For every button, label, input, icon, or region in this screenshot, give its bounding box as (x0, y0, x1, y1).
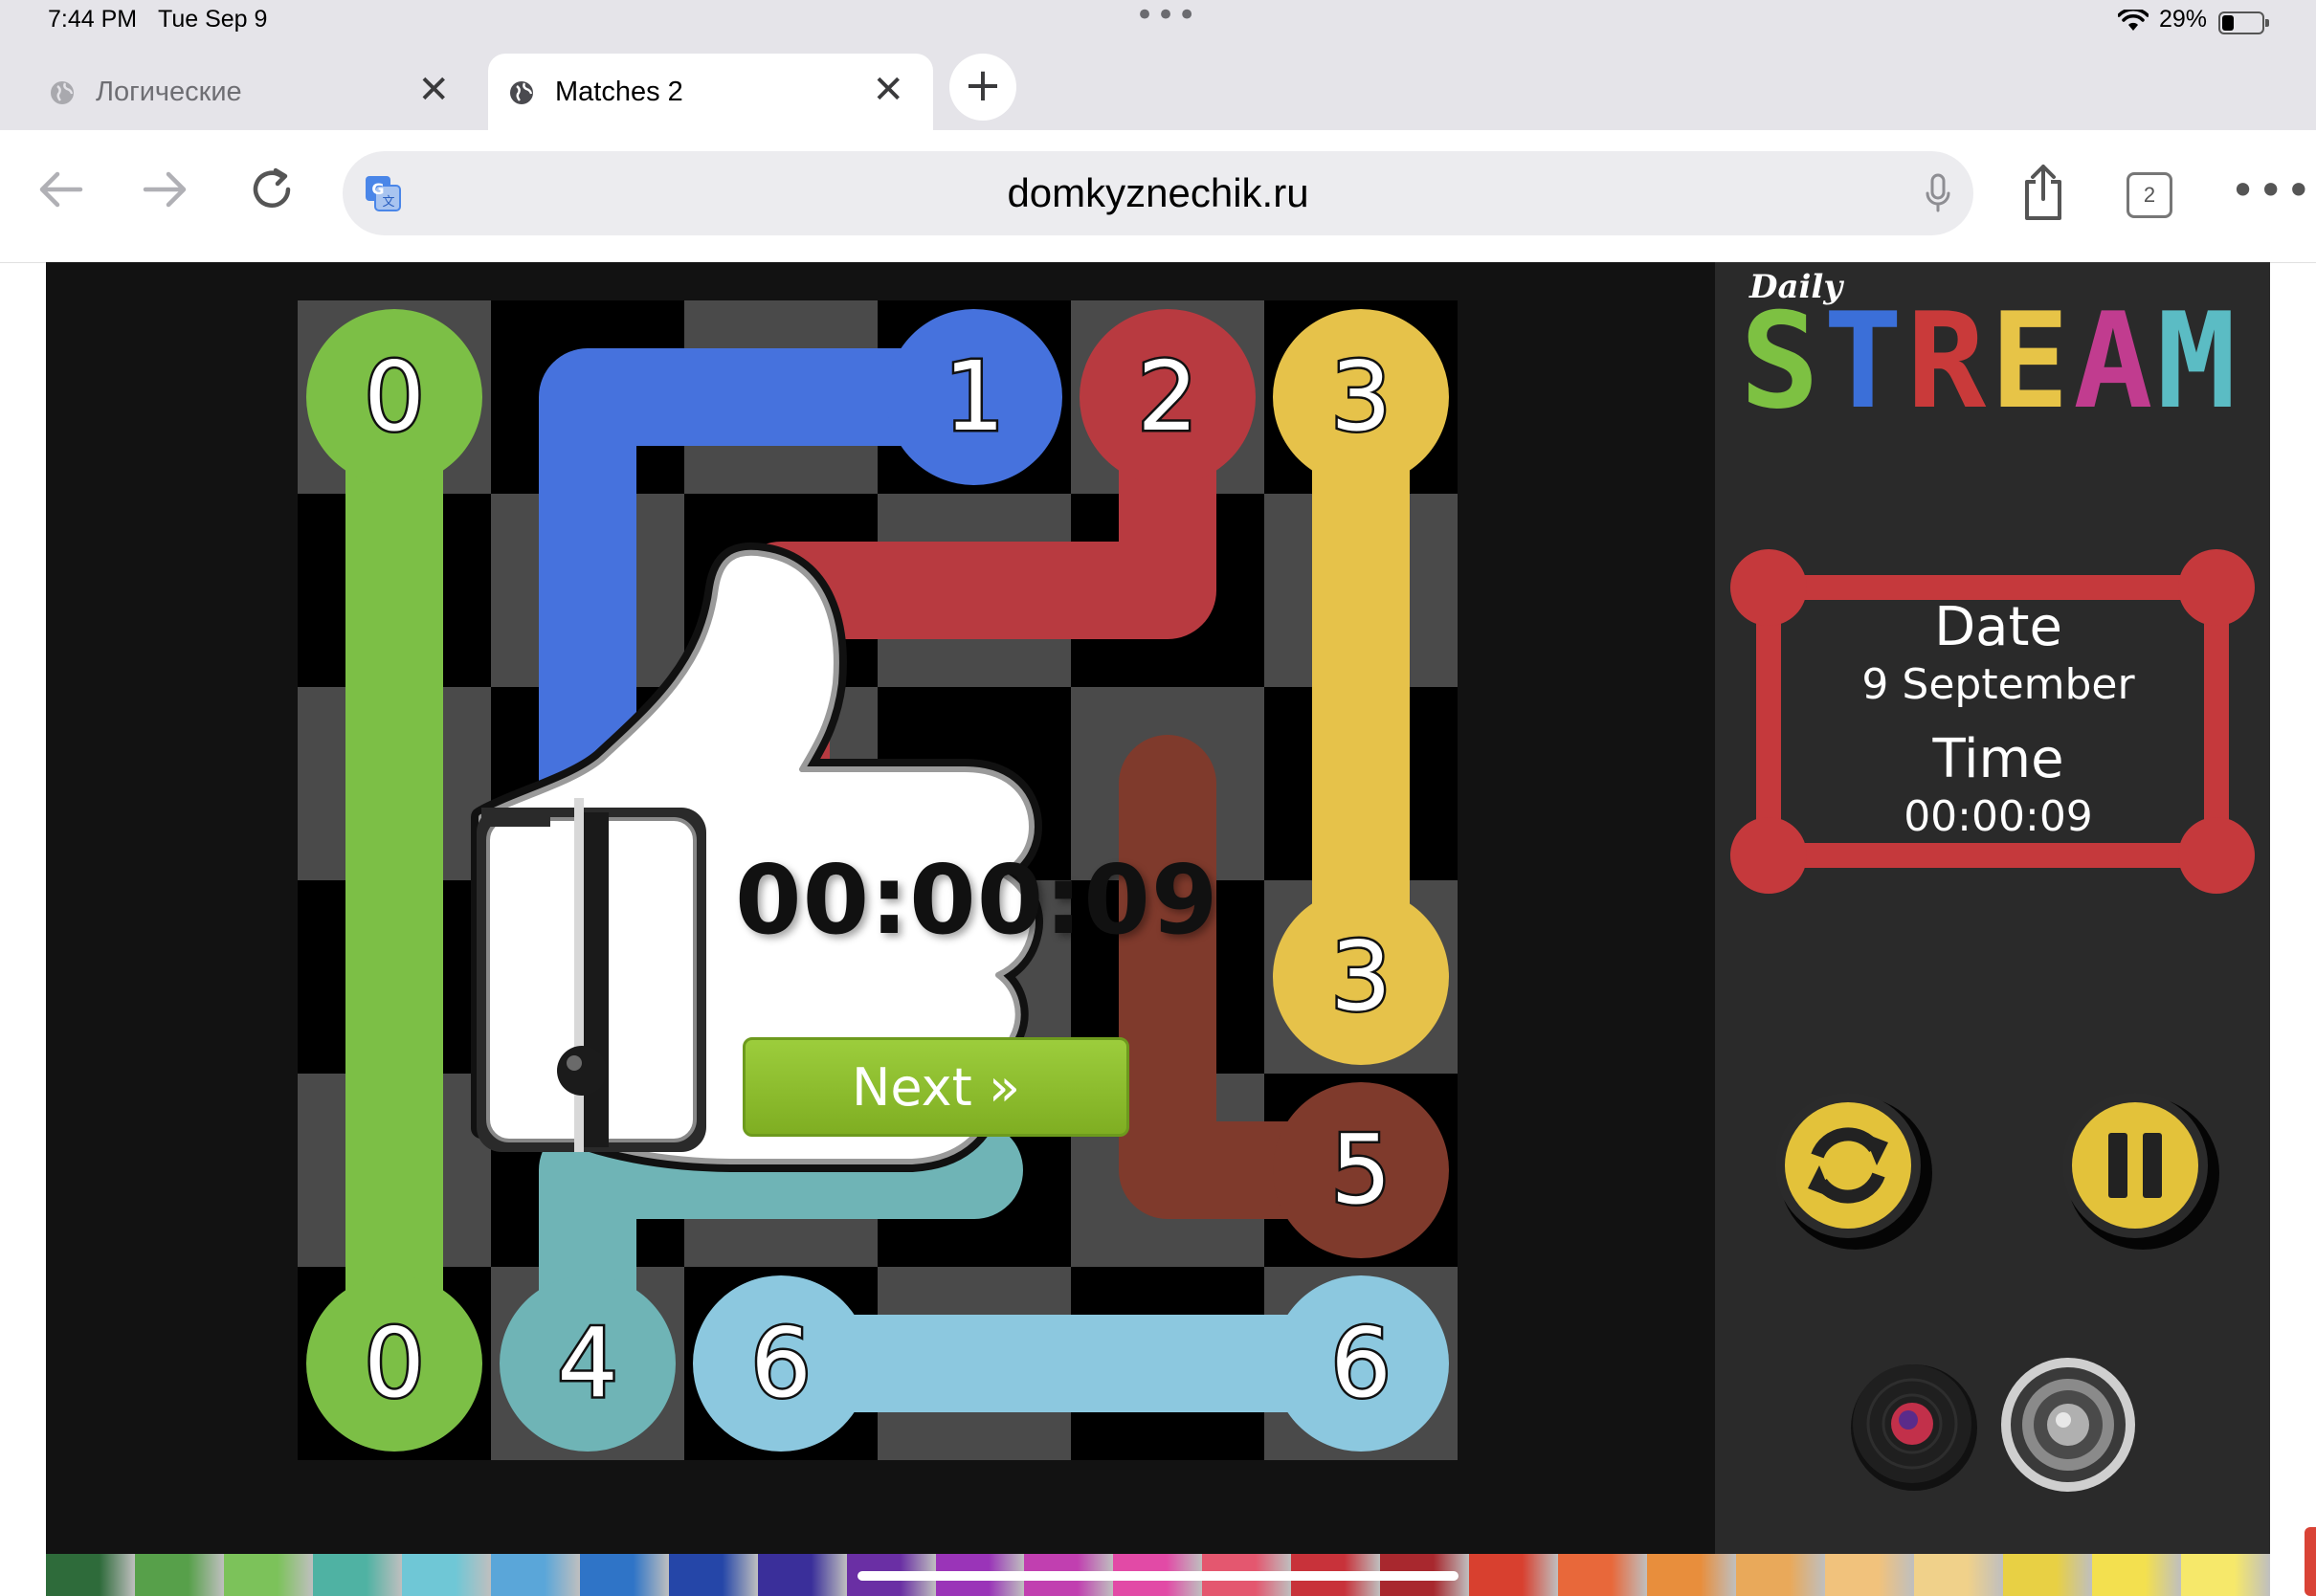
tab-switcher-button[interactable]: 2 (2127, 172, 2172, 218)
pencil (2091, 1554, 2181, 1596)
share-icon[interactable] (2019, 163, 2067, 222)
status-bar: 7:44 PM Tue Sep 9 ••• 29% (0, 0, 2316, 44)
status-date: Tue Sep 9 (158, 6, 268, 33)
more-options-icon[interactable]: ••• (2230, 165, 2313, 216)
endpoint-number: 4 (557, 1307, 618, 1419)
endpoint-number: 6 (1330, 1307, 1392, 1419)
pencil (134, 1554, 224, 1596)
pencil (2002, 1554, 2092, 1596)
battery-percent: 29% (2159, 6, 2208, 33)
microphone-icon[interactable] (1924, 172, 1952, 214)
logo-letter: A (2073, 284, 2157, 438)
tab-matches-2[interactable]: Matches 2 ✕ (488, 54, 933, 130)
tab-logicheskie[interactable]: Логические ✕ (29, 54, 479, 130)
logo-letter: T (1823, 284, 1907, 438)
date-label: Date (1934, 596, 2062, 658)
tab-bar: Логические ✕ Matches 2 ✕ + (0, 44, 2316, 130)
pencil (1825, 1554, 1915, 1596)
new-tab-button[interactable]: + (949, 54, 1016, 121)
endpoint-number: 1 (944, 341, 1005, 453)
pencil (668, 1554, 758, 1596)
home-indicator[interactable] (857, 1571, 1459, 1581)
pencil (1469, 1554, 1559, 1596)
close-tab-icon[interactable]: ✕ (417, 71, 450, 109)
music-disc-icon[interactable] (1847, 1359, 1981, 1493)
pencil (312, 1554, 402, 1596)
logo-stream: STREAM (1740, 295, 2270, 429)
time-label: Time (1932, 728, 2064, 790)
pencil (401, 1554, 491, 1596)
endpoint-number: 5 (1330, 1114, 1392, 1226)
pause-button[interactable] (2059, 1089, 2219, 1250)
multitask-dots-icon[interactable]: ••• (1135, 0, 1198, 34)
pencil (579, 1554, 669, 1596)
speaker-icon[interactable] (1998, 1355, 2138, 1495)
endpoint-number: 0 (364, 1307, 425, 1419)
date-value: 9 September (1861, 660, 2135, 709)
browser-toolbar: G 文 domkyznechik.ru 2 ••• (0, 130, 2316, 263)
logo-letter: E (1990, 284, 2074, 438)
endpoint-number: 3 (1330, 920, 1392, 1032)
back-arrow-icon[interactable] (36, 168, 84, 211)
clock: 7:44 PM (48, 6, 138, 33)
logo-letter: R (1906, 284, 1991, 438)
pencil (1647, 1554, 1737, 1596)
pencil (2180, 1554, 2270, 1596)
endpoint-number: 2 (1137, 341, 1198, 453)
url-text: domkyznechik.ru (1007, 170, 1309, 215)
pencil (1736, 1554, 1826, 1596)
game-area: 0123350466 Daily STREAM Date 9 September (46, 262, 2270, 1554)
wifi-icon (2118, 10, 2149, 31)
reload-icon[interactable] (247, 165, 297, 214)
info-box: Date 9 September Time 00:00:09 (1769, 597, 2228, 844)
pencil (490, 1554, 580, 1596)
endpoint-number: 3 (1330, 341, 1392, 453)
completion-time: 00:00:09 (735, 844, 1219, 956)
globe-icon (510, 81, 533, 104)
globe-icon (51, 81, 74, 104)
forward-arrow-icon[interactable] (142, 168, 189, 211)
pencil (1914, 1554, 2003, 1596)
pencil (223, 1554, 313, 1596)
endpoint-number: 6 (750, 1307, 812, 1419)
battery-icon (2218, 11, 2269, 34)
address-bar[interactable]: G 文 domkyznechik.ru (343, 151, 1973, 235)
edge-tab (2305, 1527, 2316, 1596)
pencil (757, 1554, 847, 1596)
tab-label: Логические (96, 77, 242, 107)
pencil (1558, 1554, 1648, 1596)
tab-label: Matches 2 (555, 77, 683, 107)
restart-button[interactable] (1771, 1089, 1932, 1250)
side-panel-graphics (1730, 549, 2255, 894)
time-value: 00:00:09 (1904, 792, 2093, 841)
next-button[interactable]: Next » (743, 1037, 1129, 1137)
logo-letter: M (2156, 284, 2240, 438)
pencil (46, 1554, 135, 1596)
close-tab-icon[interactable]: ✕ (872, 71, 904, 109)
endpoint-number: 0 (364, 341, 425, 453)
logo-letter: S (1740, 284, 1824, 438)
